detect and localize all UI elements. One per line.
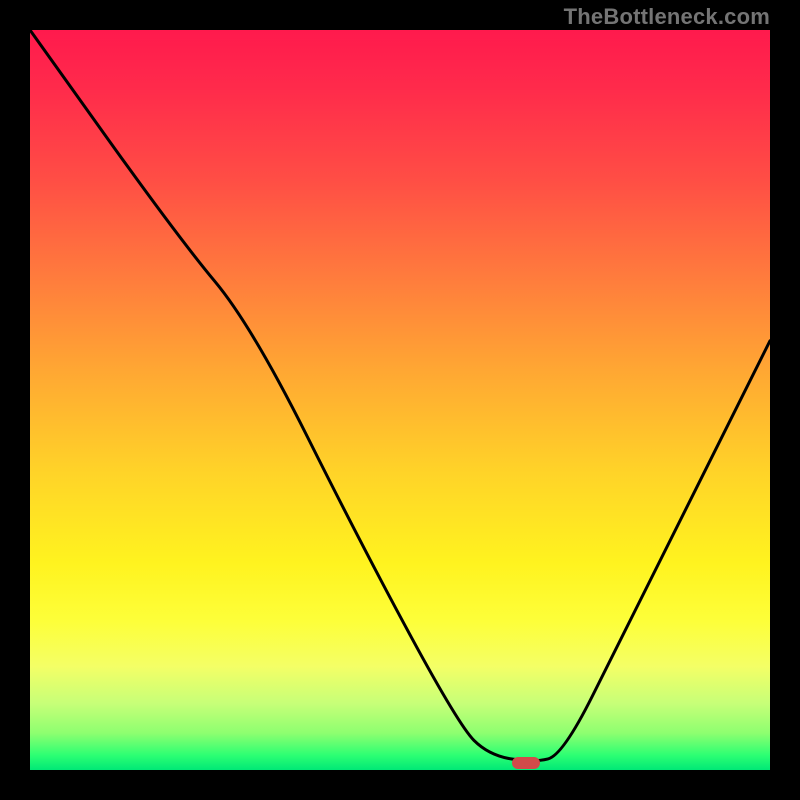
optimal-marker [512,757,540,769]
curve-path [30,30,770,761]
watermark-text: TheBottleneck.com [564,4,770,30]
chart-frame: TheBottleneck.com [0,0,800,800]
curve-line [30,30,770,770]
plot-area [30,30,770,770]
